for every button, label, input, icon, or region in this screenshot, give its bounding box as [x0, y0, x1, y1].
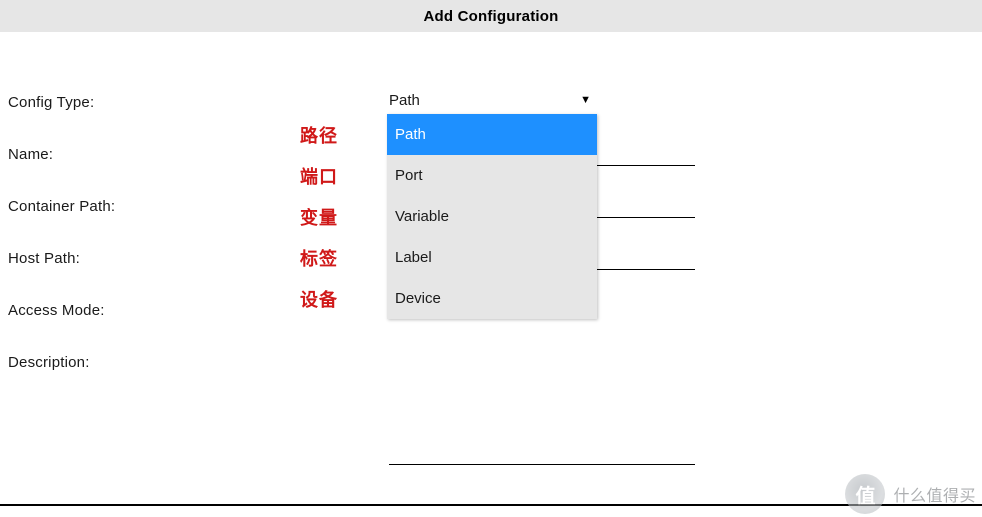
annotation-label: 标签 [300, 245, 338, 271]
watermark-icon: 值 [845, 474, 885, 514]
watermark-icon-text: 值 [855, 480, 875, 509]
chevron-down-icon: ▼ [580, 94, 591, 106]
annotation-port: 端口 [300, 163, 338, 189]
dropdown-option-path[interactable]: Path [387, 114, 597, 155]
config-type-select-value: Path [389, 92, 420, 109]
watermark: 值 什么值得买 [845, 471, 982, 517]
config-type-dropdown: Path Port Variable Label Device [387, 114, 597, 319]
dropdown-option-device[interactable]: Device [387, 278, 597, 319]
annotation-path: 路径 [300, 122, 338, 148]
watermark-text: 什么值得买 [893, 482, 976, 506]
label-container-path: Container Path: [8, 198, 115, 215]
config-type-select[interactable]: Path ▼ [387, 86, 597, 114]
dialog-title: Add Configuration [423, 8, 558, 25]
annotation-device: 设备 [300, 286, 338, 312]
bottom-input-underline[interactable] [389, 464, 695, 465]
dropdown-option-port[interactable]: Port [387, 155, 597, 196]
label-host-path: Host Path: [8, 250, 80, 267]
row-access-mode: Access Mode: [8, 296, 105, 324]
label-description: Description: [8, 354, 90, 371]
dialog-header: Add Configuration [0, 0, 982, 32]
row-name: Name: [8, 140, 53, 168]
label-config-type: Config Type: [8, 94, 94, 111]
row-config-type: Config Type: [8, 88, 94, 116]
label-access-mode: Access Mode: [8, 302, 105, 319]
dropdown-option-label[interactable]: Label [387, 237, 597, 278]
annotation-variable: 变量 [300, 204, 338, 230]
row-host-path: Host Path: [8, 244, 80, 272]
divider [0, 504, 982, 506]
label-name: Name: [8, 146, 53, 163]
row-description: Description: [8, 348, 90, 376]
dropdown-option-variable[interactable]: Variable [387, 196, 597, 237]
row-container-path: Container Path: [8, 192, 115, 220]
